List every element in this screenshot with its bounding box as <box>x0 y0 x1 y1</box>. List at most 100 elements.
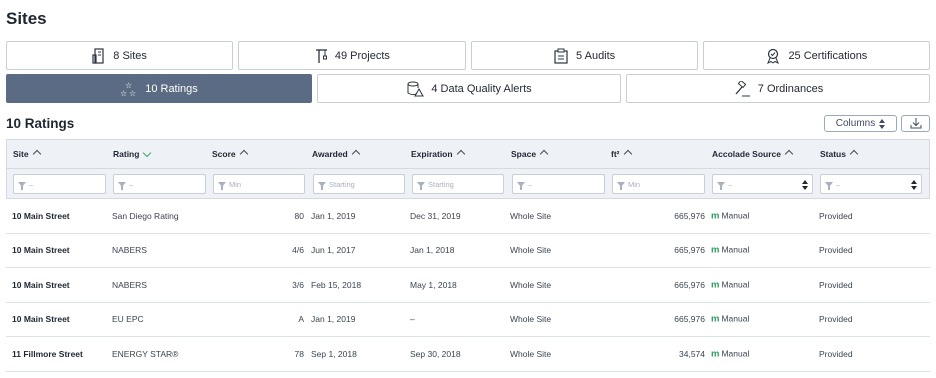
tab-ordinances[interactable]: 7 Ordinances <box>626 74 930 103</box>
score-filter-text: Min <box>229 179 242 189</box>
columns-button[interactable]: Columns <box>824 115 897 132</box>
cell-space: Whole Site <box>510 314 552 325</box>
ratings-table: Site Rating Score Awarded Expiration Spa… <box>6 139 930 372</box>
filter-icon <box>717 181 725 190</box>
table-body: 10 Main Street San Diego Rating 80 Jan 1, 2… <box>6 199 930 372</box>
table-row[interactable]: 11 Fillmore Street ENERGY STAR® 78 Sep 1, 2… <box>6 337 930 372</box>
cell-expiration: Dec 31, 2019 <box>410 210 461 221</box>
filter-icon <box>825 181 833 190</box>
header-score[interactable]: Score <box>212 149 248 159</box>
header-score-label: Score <box>212 149 236 159</box>
cell-status: Provided <box>819 210 853 221</box>
filter-icon <box>118 181 126 190</box>
header-site[interactable]: Site <box>13 149 41 159</box>
manual-source-icon: m <box>711 244 720 256</box>
cell-status: Provided <box>819 314 853 325</box>
cell-accolade-source: m Manual <box>711 210 749 221</box>
manual-source-icon: m <box>711 348 720 360</box>
cell-awarded: Feb 15, 2018 <box>311 279 362 290</box>
cell-score: 80 <box>294 210 304 221</box>
cell-score: 78 <box>294 348 304 359</box>
stars-icon: ☆☆ ☆ <box>120 81 136 97</box>
filter-icon <box>318 181 326 190</box>
manual-source-icon: m <box>711 279 720 291</box>
clipboard-icon <box>554 48 568 64</box>
header-ft2[interactable]: ft² <box>611 149 632 159</box>
source-label: Manual <box>721 279 750 290</box>
select-caret-icon <box>802 180 808 190</box>
header-accolade-source[interactable]: Accolade Source <box>712 149 794 159</box>
cell-awarded: Jun 1, 2017 <box>311 245 356 256</box>
score-filter[interactable]: Min <box>213 174 305 194</box>
ft2-filter[interactable]: Min <box>612 174 705 194</box>
cell-site: 10 Main Street <box>12 210 70 221</box>
header-awarded-label: Awarded <box>312 149 348 159</box>
accolade-source-filter[interactable]: – <box>712 174 813 194</box>
cell-space: Whole Site <box>510 279 552 290</box>
table-row[interactable]: 10 Main Street EU EPC A Jan 1, 2019 – Whole S… <box>6 303 930 337</box>
sort-icon <box>623 149 632 159</box>
table-row[interactable]: 10 Main Street NABERS 4/6 Jun 1, 2017 Jan 1,… <box>6 234 930 268</box>
tab-certifications[interactable]: 25 Certifications <box>702 41 930 70</box>
space-filter[interactable]: – <box>512 174 605 194</box>
cell-accolade-source: m Manual <box>711 314 749 325</box>
space-filter-text: – <box>528 179 533 189</box>
cell-accolade-source: m Manual <box>711 245 749 256</box>
filter-icon <box>218 181 226 190</box>
page-title: Sites <box>6 9 47 28</box>
header-awarded[interactable]: Awarded <box>312 149 360 159</box>
tab-ratings[interactable]: ☆ ☆ ☆ 10 Ratings <box>6 74 312 103</box>
cell-space: Whole Site <box>510 245 552 256</box>
section-title: 10 Ratings <box>6 116 75 131</box>
summary-tabs-row-2: ☆ ☆ ☆ 10 Ratings 4 Data Quality Alerts 7 O… <box>6 74 930 103</box>
ribbon-badge-icon <box>767 48 780 64</box>
tab-projects[interactable]: 49 Projects <box>238 41 466 70</box>
crane-icon <box>315 48 327 63</box>
tab-audits-label: 5 Audits <box>576 49 616 62</box>
rating-filter-text: – <box>129 179 134 189</box>
table-row[interactable]: 10 Main Street NABERS 3/6 Feb 15, 2018 May 1… <box>6 268 930 303</box>
cell-site: 10 Main Street <box>12 314 70 325</box>
cell-score: 4/6 <box>292 245 304 256</box>
expiration-filter[interactable]: Starting <box>412 174 504 194</box>
header-rating[interactable]: Rating <box>113 148 152 159</box>
header-space-label: Space <box>511 149 537 159</box>
cell-status: Provided <box>819 245 853 256</box>
sort-icon <box>351 149 360 159</box>
source-label: Manual <box>721 244 750 255</box>
cell-ft2: 665,976 <box>674 279 705 290</box>
tab-sites[interactable]: 8 Sites <box>6 41 234 70</box>
sort-updown-icon <box>879 118 886 129</box>
header-ft2-label: ft² <box>611 149 620 159</box>
site-filter[interactable]: – <box>13 174 106 194</box>
select-caret-icon <box>911 180 917 190</box>
awarded-filter[interactable]: Starting <box>313 174 405 194</box>
rating-filter[interactable]: – <box>113 174 206 194</box>
tab-audits[interactable]: 5 Audits <box>470 41 698 70</box>
cell-rating: NABERS <box>112 279 147 290</box>
header-accolade-source-label: Accolade Source <box>712 149 781 159</box>
manual-source-icon: m <box>711 313 720 325</box>
cell-site: 10 Main Street <box>12 245 70 256</box>
header-space[interactable]: Space <box>511 149 549 159</box>
ft2-filter-text: Min <box>628 179 641 189</box>
tab-data-quality-alerts[interactable]: 4 Data Quality Alerts <box>317 74 621 103</box>
header-status[interactable]: Status <box>820 149 859 159</box>
filter-icon <box>617 181 625 190</box>
sort-icon <box>32 149 41 159</box>
download-button[interactable] <box>901 115 930 132</box>
cell-ft2: 34,574 <box>679 348 705 359</box>
columns-button-label: Columns <box>835 118 876 129</box>
table-header: Site Rating Score Awarded Expiration Spa… <box>6 139 930 169</box>
cell-ft2: 665,976 <box>674 245 705 256</box>
status-filter[interactable]: – <box>820 174 922 194</box>
header-expiration[interactable]: Expiration <box>411 149 465 159</box>
header-status-label: Status <box>820 149 846 159</box>
accolade-source-filter-text: – <box>728 179 733 189</box>
table-row[interactable]: 10 Main Street San Diego Rating 80 Jan 1, 2… <box>6 199 930 234</box>
cell-expiration: – <box>410 314 415 325</box>
cell-accolade-source: m Manual <box>711 348 749 359</box>
cell-ft2: 665,976 <box>674 210 705 221</box>
filter-row: – – Min Starting Starting – Min – – <box>6 169 930 199</box>
cell-expiration: Jan 1, 2018 <box>410 245 455 256</box>
